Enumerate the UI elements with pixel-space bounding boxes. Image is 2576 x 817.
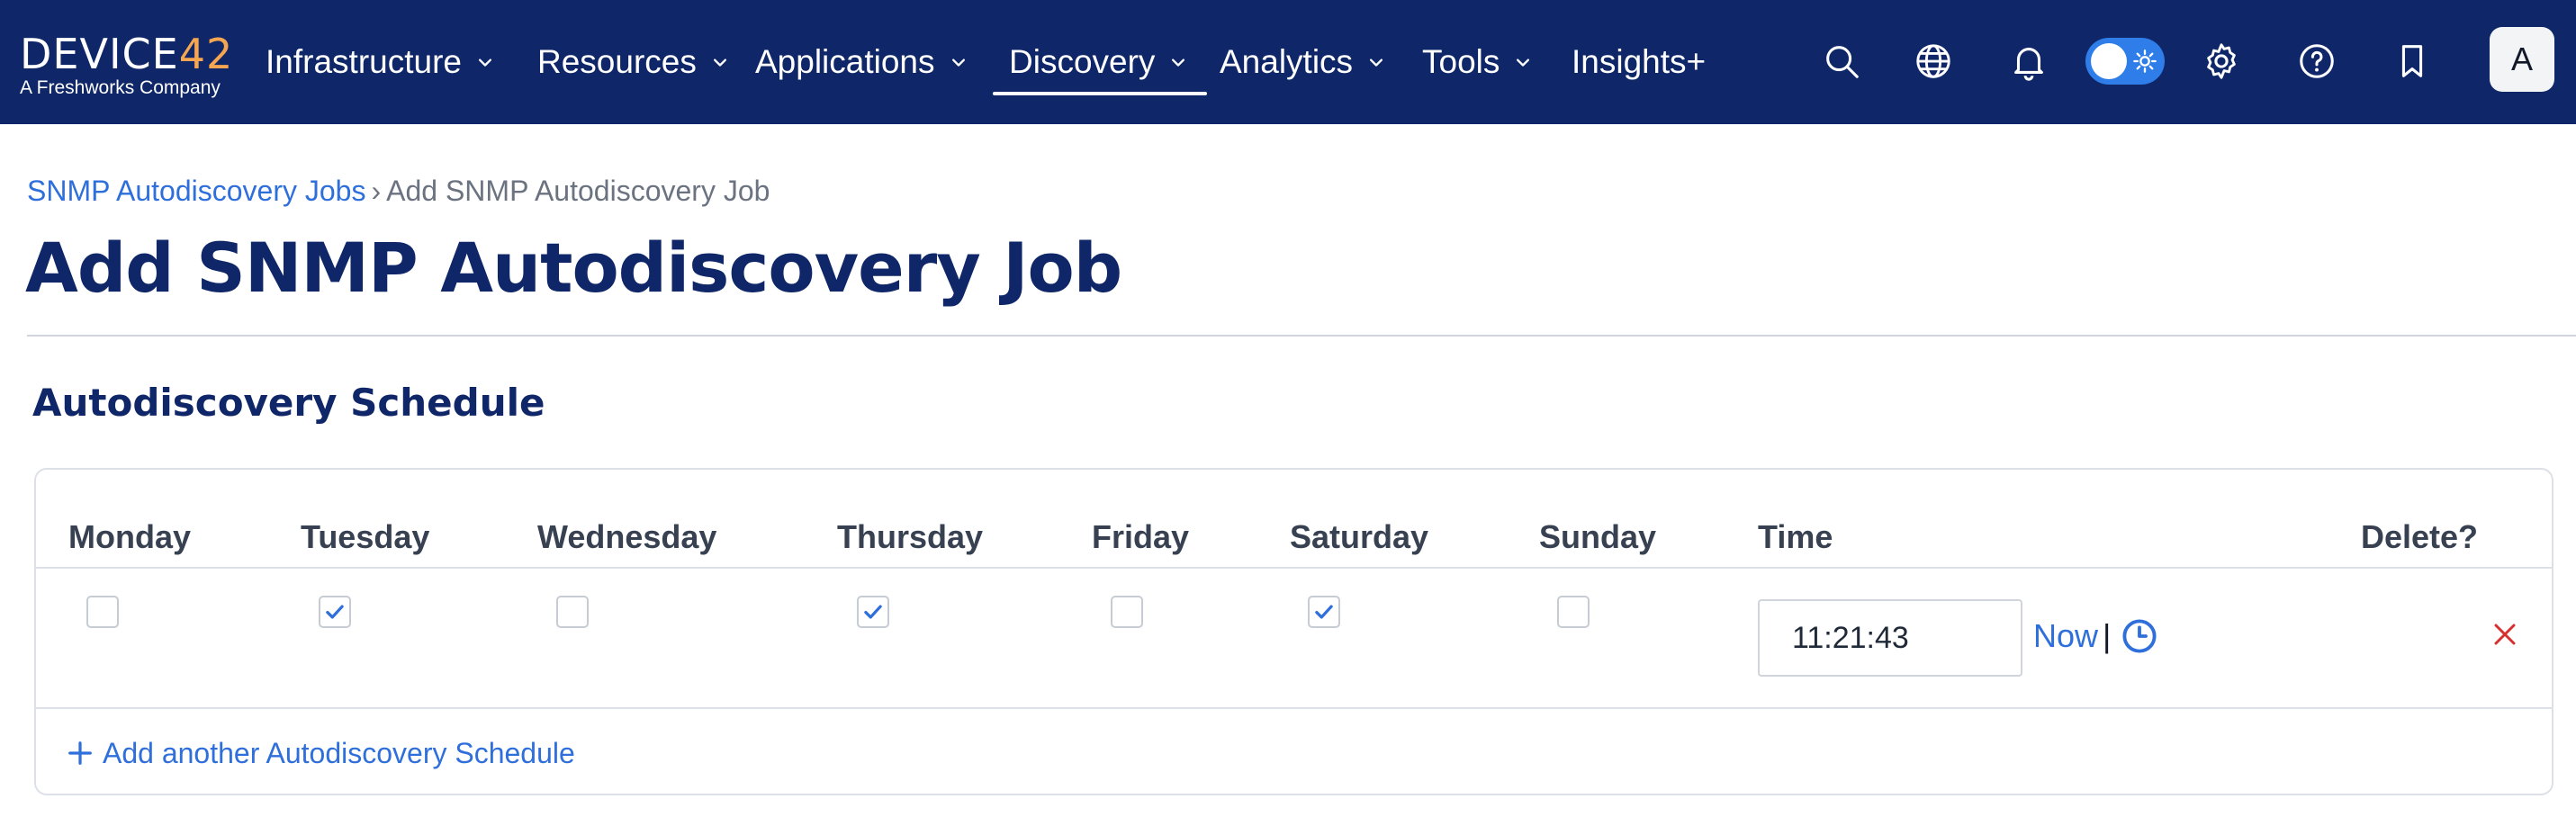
top-navigation-bar: DEVICE42 A Freshworks Company Infrastruc…: [0, 0, 2576, 124]
breadcrumb-current: Add SNMP Autodiscovery Job: [386, 175, 770, 207]
logo-tagline: A Freshworks Company: [20, 77, 221, 98]
nav-resources[interactable]: Resources: [537, 36, 733, 88]
column-header-sunday: Sunday: [1539, 518, 1657, 555]
nav-infrastructure[interactable]: Infrastructure: [266, 36, 498, 88]
bookmark-icon[interactable]: [2389, 38, 2436, 85]
column-header-wednesday: Wednesday: [537, 518, 717, 555]
checkmark-icon: [326, 605, 344, 619]
checkbox-friday[interactable]: [1111, 596, 1143, 628]
checkbox-tuesday[interactable]: [319, 596, 351, 628]
column-header-saturday: Saturday: [1290, 518, 1429, 555]
time-input[interactable]: [1758, 599, 2022, 677]
toggle-knob: [2091, 43, 2127, 79]
search-icon[interactable]: [1818, 38, 1865, 85]
now-link[interactable]: Now: [2033, 614, 2098, 659]
column-header-delete: Delete?: [2361, 518, 2479, 555]
title-divider: [27, 335, 2576, 337]
nav-resources-label: Resources: [537, 43, 697, 80]
page-title: Add SNMP Autodiscovery Job: [25, 228, 1122, 308]
column-header-tuesday: Tuesday: [301, 518, 430, 555]
nav-insights-label: Insights+: [1572, 43, 1707, 80]
nav-applications[interactable]: Applications: [755, 36, 971, 88]
help-icon[interactable]: [2293, 38, 2340, 85]
now-separator: |: [2103, 617, 2112, 654]
chevron-down-icon: [713, 58, 726, 67]
delete-row-icon[interactable]: [2491, 621, 2518, 648]
nav-insights[interactable]: Insights+: [1572, 36, 1706, 88]
globe-icon[interactable]: [1910, 38, 1957, 85]
gear-icon[interactable]: [2198, 38, 2245, 85]
column-header-time: Time: [1758, 518, 1833, 555]
chevron-down-icon: [1370, 58, 1383, 67]
nav-applications-label: Applications: [755, 43, 935, 80]
bell-icon[interactable]: [2005, 38, 2052, 85]
column-header-thursday: Thursday: [837, 518, 984, 555]
row-divider: [36, 707, 2552, 709]
checkmark-icon: [1315, 605, 1333, 619]
chevron-down-icon: [1172, 58, 1185, 67]
nav-discovery-label: Discovery: [1009, 43, 1156, 80]
checkbox-saturday[interactable]: [1308, 596, 1340, 628]
checkbox-thursday[interactable]: [857, 596, 889, 628]
nav-tools-label: Tools: [1422, 43, 1500, 80]
column-header-friday: Friday: [1092, 518, 1190, 555]
chevron-down-icon: [951, 58, 965, 67]
add-schedule-link[interactable]: Add another Autodiscovery Schedule: [67, 731, 575, 776]
device42-logo[interactable]: DEVICE42 A Freshworks Company: [20, 25, 236, 106]
breadcrumb: SNMP Autodiscovery Jobs › Add SNMP Autodis…: [27, 171, 770, 211]
nav-infrastructure-label: Infrastructure: [266, 43, 462, 80]
column-header-monday: Monday: [68, 518, 192, 555]
clock-icon[interactable]: [2121, 617, 2158, 655]
checkbox-monday[interactable]: [86, 596, 119, 628]
checkbox-sunday[interactable]: [1557, 596, 1590, 628]
plus-icon: [68, 741, 92, 765]
chevron-down-icon: [478, 58, 491, 67]
nav-analytics-label: Analytics: [1220, 43, 1354, 80]
checkbox-wednesday[interactable]: [556, 596, 589, 628]
sun-icon: [2133, 49, 2157, 73]
logo-wordmark: DEVICE42: [20, 30, 234, 78]
checkmark-icon: [864, 605, 882, 619]
nav-tools[interactable]: Tools: [1422, 36, 1536, 88]
header-divider: [36, 567, 2552, 569]
nav-discovery[interactable]: Discovery: [992, 36, 1208, 95]
add-schedule-label: Add another Autodiscovery Schedule: [103, 736, 575, 769]
nav-analytics[interactable]: Analytics: [1220, 36, 1389, 88]
schedule-table: Monday Tuesday Wednesday Thursday Friday…: [34, 468, 2553, 795]
theme-toggle[interactable]: [2085, 38, 2165, 85]
section-title-autodiscovery-schedule: Autodiscovery Schedule: [32, 381, 545, 425]
breadcrumb-separator: ›: [371, 175, 382, 207]
chevron-down-icon: [1517, 58, 1530, 67]
breadcrumb-link-snmp-autodiscovery-jobs[interactable]: SNMP Autodiscovery Jobs: [27, 175, 365, 207]
user-avatar[interactable]: A: [2490, 27, 2554, 92]
